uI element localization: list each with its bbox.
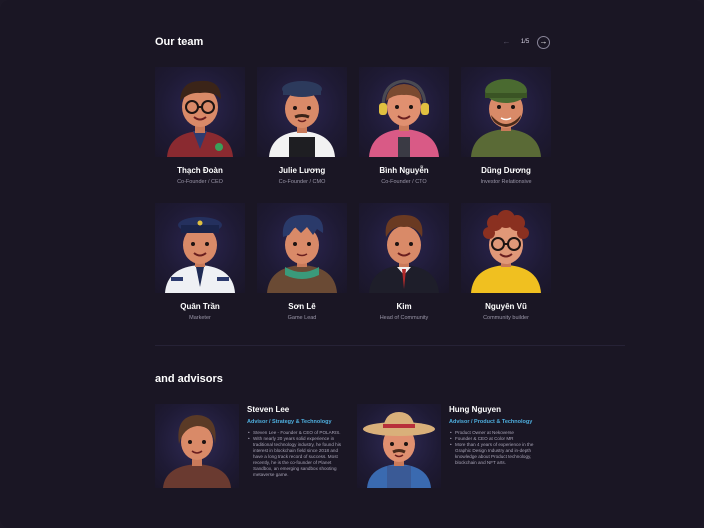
advisor-name: Steven Lee (247, 405, 290, 414)
avatar (461, 203, 551, 293)
member-name: Dũng Dương (481, 166, 531, 175)
team-member-card[interactable]: Sơn Lê Game Lead (257, 203, 347, 328)
arrow-right-icon[interactable]: → (537, 35, 550, 49)
avatar (155, 67, 245, 157)
team-member-card[interactable]: Thạch Đoàn Co-Founder / CEO (155, 67, 245, 192)
advisors-section-title: and advisors (155, 373, 223, 385)
advisor-info: Hung Nguyen Advisor / Product & Technolo… (449, 405, 545, 466)
team-member-card[interactable]: Kim Head of Community (359, 203, 449, 328)
page-frame: Our team ← 1/5 → Thạch Đoàn Co-Founder /… (0, 0, 704, 528)
member-role: Investor Relationsive (480, 179, 532, 185)
team-member-card[interactable]: Julie Lương Co-Founder / CMO (257, 67, 347, 192)
member-name: Julie Lương (278, 166, 326, 175)
advisor-name: Hung Nguyen (449, 405, 501, 414)
team-section-title: Our team (155, 36, 204, 48)
member-role: Co-Founder / CEO (177, 179, 223, 185)
avatar (357, 404, 441, 488)
member-name: Thạch Đoàn (177, 166, 223, 175)
pager-count: 1/5 (520, 39, 530, 45)
avatar (257, 203, 347, 293)
advisor-bio-list: Product Owner at Nekoverse Founder & CEO… (449, 430, 545, 466)
team-grid: Thạch Đoàn Co-Founder / CEO Julie Lương … (155, 67, 551, 328)
member-name: Sơn Lê (288, 302, 316, 311)
avatar (155, 404, 239, 488)
advisor-card: Steven Lee Advisor / Strategy & Technolo… (155, 404, 355, 494)
member-role: Marketer (189, 315, 211, 321)
avatar (461, 67, 551, 157)
member-role: Co-Founder / CTO (381, 179, 427, 185)
avatar (155, 203, 245, 293)
member-name: Nguyên Vũ (485, 302, 527, 311)
member-name: Bình Nguyễn (379, 166, 429, 175)
avatar (359, 203, 449, 293)
team-member-card[interactable]: Quân Trần Marketer (155, 203, 245, 328)
member-role: Community builder (483, 315, 529, 321)
list-item: More than 4 years of experience in the G… (449, 442, 545, 466)
advisor-role: Advisor / Product & Technology (449, 419, 533, 425)
section-divider (155, 345, 625, 346)
advisor-role: Advisor / Strategy & Technology (247, 419, 332, 425)
advisor-bio-list: Steven Lee - Founder & CEO of POLARIS. W… (247, 430, 343, 478)
member-role: Head of Community (379, 315, 429, 321)
arrow-left-icon[interactable]: ← (500, 36, 513, 49)
member-name: Kim (396, 302, 412, 311)
member-role: Game Lead (287, 315, 317, 321)
avatar (359, 67, 449, 157)
team-member-card[interactable]: Nguyên Vũ Community builder (461, 203, 551, 328)
team-member-card[interactable]: Bình Nguyễn Co-Founder / CTO (359, 67, 449, 192)
team-pager: ← 1/5 → (500, 35, 550, 49)
list-item: With nearly 20 years solid experience in… (247, 436, 343, 478)
member-name: Quân Trần (180, 302, 220, 311)
avatar (257, 67, 347, 157)
advisor-info: Steven Lee Advisor / Strategy & Technolo… (247, 405, 343, 478)
member-role: Co-Founder / CMO (278, 179, 326, 185)
advisor-card: Hung Nguyen Advisor / Product & Technolo… (357, 404, 557, 494)
team-member-card[interactable]: Dũng Dương Investor Relationsive (461, 67, 551, 192)
